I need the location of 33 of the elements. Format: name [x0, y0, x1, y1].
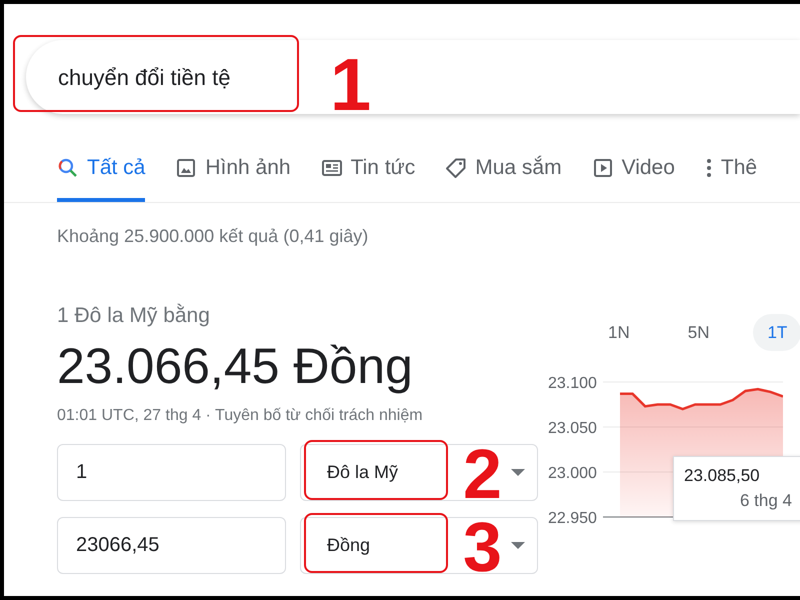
timestamp-disclaimer: 01:01 UTC, 27 thg 4 · Tuyên bố từ chối trách nhiệm [57, 406, 424, 426]
nav-tab[interactable]: Tin tức [320, 144, 416, 202]
nav-tab[interactable]: Hình ảnh [175, 144, 291, 202]
search-icon [57, 156, 79, 179]
caret-icon [511, 468, 525, 476]
currency-select[interactable]: Đô la Mỹ 2 [300, 444, 538, 501]
tag-icon [445, 156, 468, 179]
tooltip-date: 6 thg 4 [739, 490, 792, 512]
currency-name: Đô la Mỹ [327, 461, 398, 484]
currency-name: Đồng [327, 534, 370, 557]
nav-tab[interactable]: Video [592, 144, 675, 202]
image-icon [175, 156, 198, 179]
axis-tick-label: 22.950 [548, 510, 597, 527]
currency-select[interactable]: Đồng 3 [300, 517, 538, 574]
result-stats: Khoảng 25.900.000 kết quả (0,41 giây) [57, 224, 370, 248]
nav-tab[interactable]: Mua sắm [445, 144, 562, 202]
amount-field[interactable]: 23066,45 [57, 517, 286, 574]
amount-field[interactable]: 1 [57, 444, 286, 501]
nav-tab[interactable]: Thê [704, 144, 758, 202]
conversion-result: 23.066,45 Đồng [57, 339, 414, 394]
caret-icon [511, 542, 525, 550]
more-icon [704, 156, 713, 179]
axis-tick-label: 23.100 [548, 375, 597, 392]
conversion-heading: 1 Đô la Mỹ bằng [57, 302, 211, 328]
play-icon [592, 156, 614, 179]
tooltip-value: 23.085,50 [684, 464, 761, 486]
search-query: chuyển đổi tiền tệ [58, 64, 230, 92]
period-button[interactable]: 1T [753, 314, 800, 351]
period-button[interactable]: 1N [594, 314, 644, 351]
axis-tick-label: 23.050 [548, 420, 597, 437]
period-button[interactable]: 5N [674, 314, 724, 351]
nav-tab[interactable]: Tất cả [57, 144, 146, 202]
axis-tick-label: 23.000 [548, 465, 597, 482]
